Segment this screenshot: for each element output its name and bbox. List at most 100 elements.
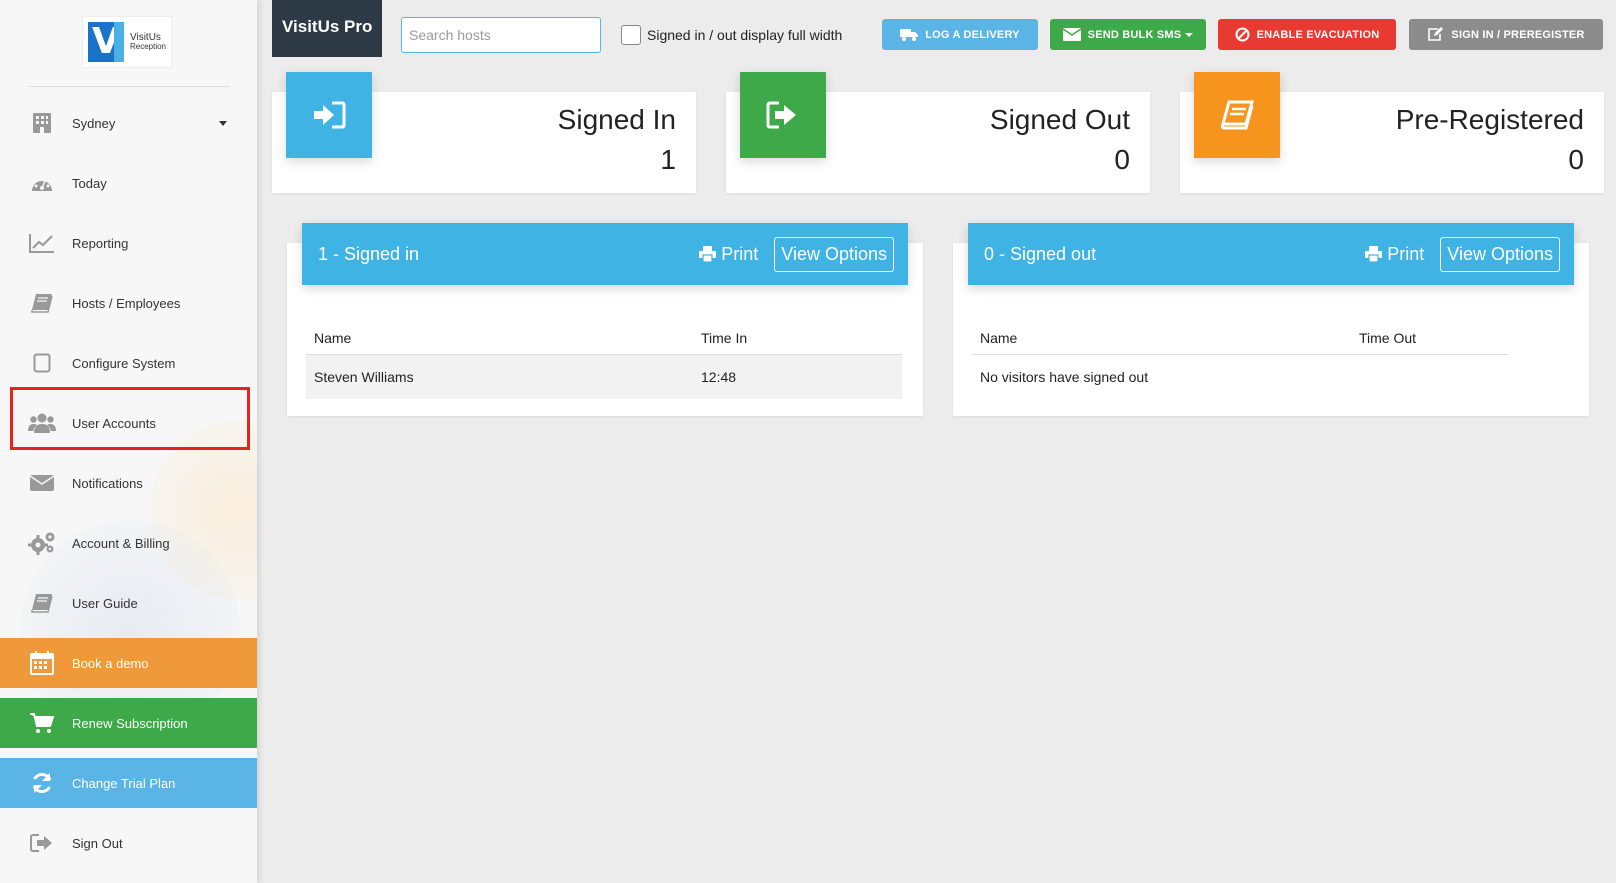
signed-out-panel: 0 - Signed out Print View Options Name T… (953, 223, 1589, 416)
signed-out-table: Name Time Out No visitors have signed ou… (972, 321, 1509, 399)
fullwidth-checkbox[interactable]: Signed in / out display full width (621, 25, 842, 45)
sidebar-item-label: Account & Billing (72, 535, 170, 551)
visitor-name: Steven Williams (314, 369, 414, 385)
table-header: Name Time In (306, 321, 902, 355)
sidebar-item-location[interactable]: Sydney (0, 98, 257, 148)
column-header-name[interactable]: Name (972, 330, 1351, 346)
truck-icon (900, 28, 919, 41)
sidebar-item-configure[interactable]: Configure System (0, 338, 257, 388)
print-button[interactable]: Print (699, 244, 758, 265)
sidebar-item-renew[interactable]: Renew Subscription (0, 698, 257, 748)
sidebar-item-user-guide[interactable]: User Guide (0, 578, 257, 628)
view-options-button[interactable]: View Options (774, 236, 894, 272)
fullwidth-label: Signed in / out display full width (647, 27, 843, 43)
print-button[interactable]: Print (1365, 244, 1424, 265)
sign-in-preregister-label: SIGN IN / PREREGISTER (1451, 28, 1585, 41)
column-header-name[interactable]: Name (306, 330, 693, 346)
logo-title: VisitUs (129, 32, 161, 43)
app-logo[interactable]: V VisitUs Reception (82, 16, 172, 68)
print-label: Print (1387, 243, 1425, 264)
book-icon (28, 289, 56, 317)
panel-title: 0 - Signed out (984, 243, 1097, 264)
stat-title: Pre-Registered (1395, 104, 1584, 135)
sidebar-item-book-demo[interactable]: Book a demo (0, 638, 257, 688)
table-row[interactable]: Steven Williams 12:48 (306, 355, 902, 399)
sidebar-item-today[interactable]: Today (0, 158, 257, 208)
refresh-icon (28, 769, 56, 797)
visitor-time-in: 12:48 (701, 369, 737, 385)
stat-card-signed-in[interactable]: Signed In 1 (272, 72, 696, 193)
ban-icon (1235, 27, 1250, 42)
print-icon (699, 246, 717, 262)
edit-icon (1427, 27, 1444, 42)
logo-subtitle: Reception (129, 42, 167, 51)
sidebar-item-billing[interactable]: Account & Billing (0, 518, 257, 568)
envelope-icon (28, 469, 56, 497)
send-bulk-sms-label: SEND BULK SMS (1087, 28, 1182, 41)
sidebar-item-reporting[interactable]: Reporting (0, 218, 257, 268)
send-bulk-sms-button[interactable]: SEND BULK SMS (1050, 19, 1206, 50)
checkbox-box[interactable] (621, 25, 641, 45)
column-header-time-in[interactable]: Time In (693, 330, 902, 346)
stat-title: Signed Out (989, 104, 1130, 135)
sidebar-item-label: Configure System (72, 355, 176, 371)
caret-down-icon (219, 120, 227, 126)
log-delivery-label: LOG A DELIVERY (925, 28, 1020, 41)
sidebar-item-label: Book a demo (72, 655, 149, 671)
sign-out-icon (740, 72, 826, 158)
sidebar-item-label: Reporting (72, 235, 129, 251)
table-header: Name Time Out (972, 321, 1509, 355)
sidebar-item-label: Hosts / Employees (72, 295, 181, 311)
app-name[interactable]: VisitUs Pro (272, 0, 382, 57)
sidebar: V VisitUs Reception Sydney Today Reporti… (0, 0, 257, 883)
view-options-button[interactable]: View Options (1440, 236, 1560, 272)
gears-icon (28, 529, 56, 557)
empty-message: No visitors have signed out (980, 369, 1149, 385)
sidebar-item-label: User Guide (72, 595, 138, 611)
sidebar-item-change-plan[interactable]: Change Trial Plan (0, 758, 257, 808)
column-header-time-out[interactable]: Time Out (1351, 330, 1509, 346)
book-icon (1194, 72, 1280, 158)
signed-in-panel: 1 - Signed in Print View Options Name Ti… (287, 223, 923, 416)
sidebar-item-hosts[interactable]: Hosts / Employees (0, 278, 257, 328)
sidebar-item-label: Renew Subscription (72, 715, 188, 731)
sidebar-item-sign-out[interactable]: Sign Out (0, 818, 257, 868)
sidebar-item-label: Sydney (72, 115, 116, 131)
sidebar-item-label: Today (72, 175, 107, 191)
sidebar-item-label: User Accounts (72, 415, 156, 431)
sidebar-item-notifications[interactable]: Notifications (0, 458, 257, 508)
search-hosts-input[interactable] (401, 17, 601, 53)
panel-title: 1 - Signed in (318, 243, 420, 264)
empty-row: No visitors have signed out (972, 355, 1509, 399)
cart-icon (28, 709, 56, 737)
sign-in-icon (286, 72, 372, 158)
calendar-icon (28, 649, 56, 677)
log-delivery-button[interactable]: LOG A DELIVERY (882, 19, 1038, 50)
stat-value: 0 (1114, 144, 1130, 175)
dashboard-icon (28, 169, 56, 197)
sidebar-item-label: Notifications (72, 475, 143, 491)
sidebar-item-label: Sign Out (72, 835, 123, 851)
tablet-icon (28, 349, 56, 377)
panel-header: 1 - Signed in Print View Options (302, 223, 908, 285)
enable-evacuation-button[interactable]: ENABLE EVACUATION (1218, 19, 1396, 50)
sign-in-preregister-button[interactable]: SIGN IN / PREREGISTER (1409, 19, 1603, 50)
stat-card-pre-registered[interactable]: Pre-Registered 0 (1180, 72, 1604, 193)
envelope-icon (1062, 28, 1081, 41)
stat-card-signed-out[interactable]: Signed Out 0 (726, 72, 1150, 193)
sidebar-item-user-accounts[interactable]: User Accounts (0, 398, 257, 448)
stat-value: 1 (660, 144, 676, 175)
caret-down-icon (1185, 32, 1194, 37)
sidebar-item-label: Change Trial Plan (72, 775, 176, 791)
print-label: Print (721, 243, 759, 264)
users-icon (28, 409, 56, 437)
signed-in-table: Name Time In Steven Williams 12:48 (306, 321, 902, 399)
chart-line-icon (28, 229, 56, 257)
stat-value: 0 (1568, 144, 1584, 175)
logo-text: VisitUs Reception (129, 32, 167, 52)
stat-title: Signed In (557, 104, 676, 135)
logo-mark: V (87, 22, 124, 62)
sidebar-divider (28, 86, 230, 87)
sign-out-icon (28, 829, 56, 857)
building-icon (28, 109, 56, 137)
